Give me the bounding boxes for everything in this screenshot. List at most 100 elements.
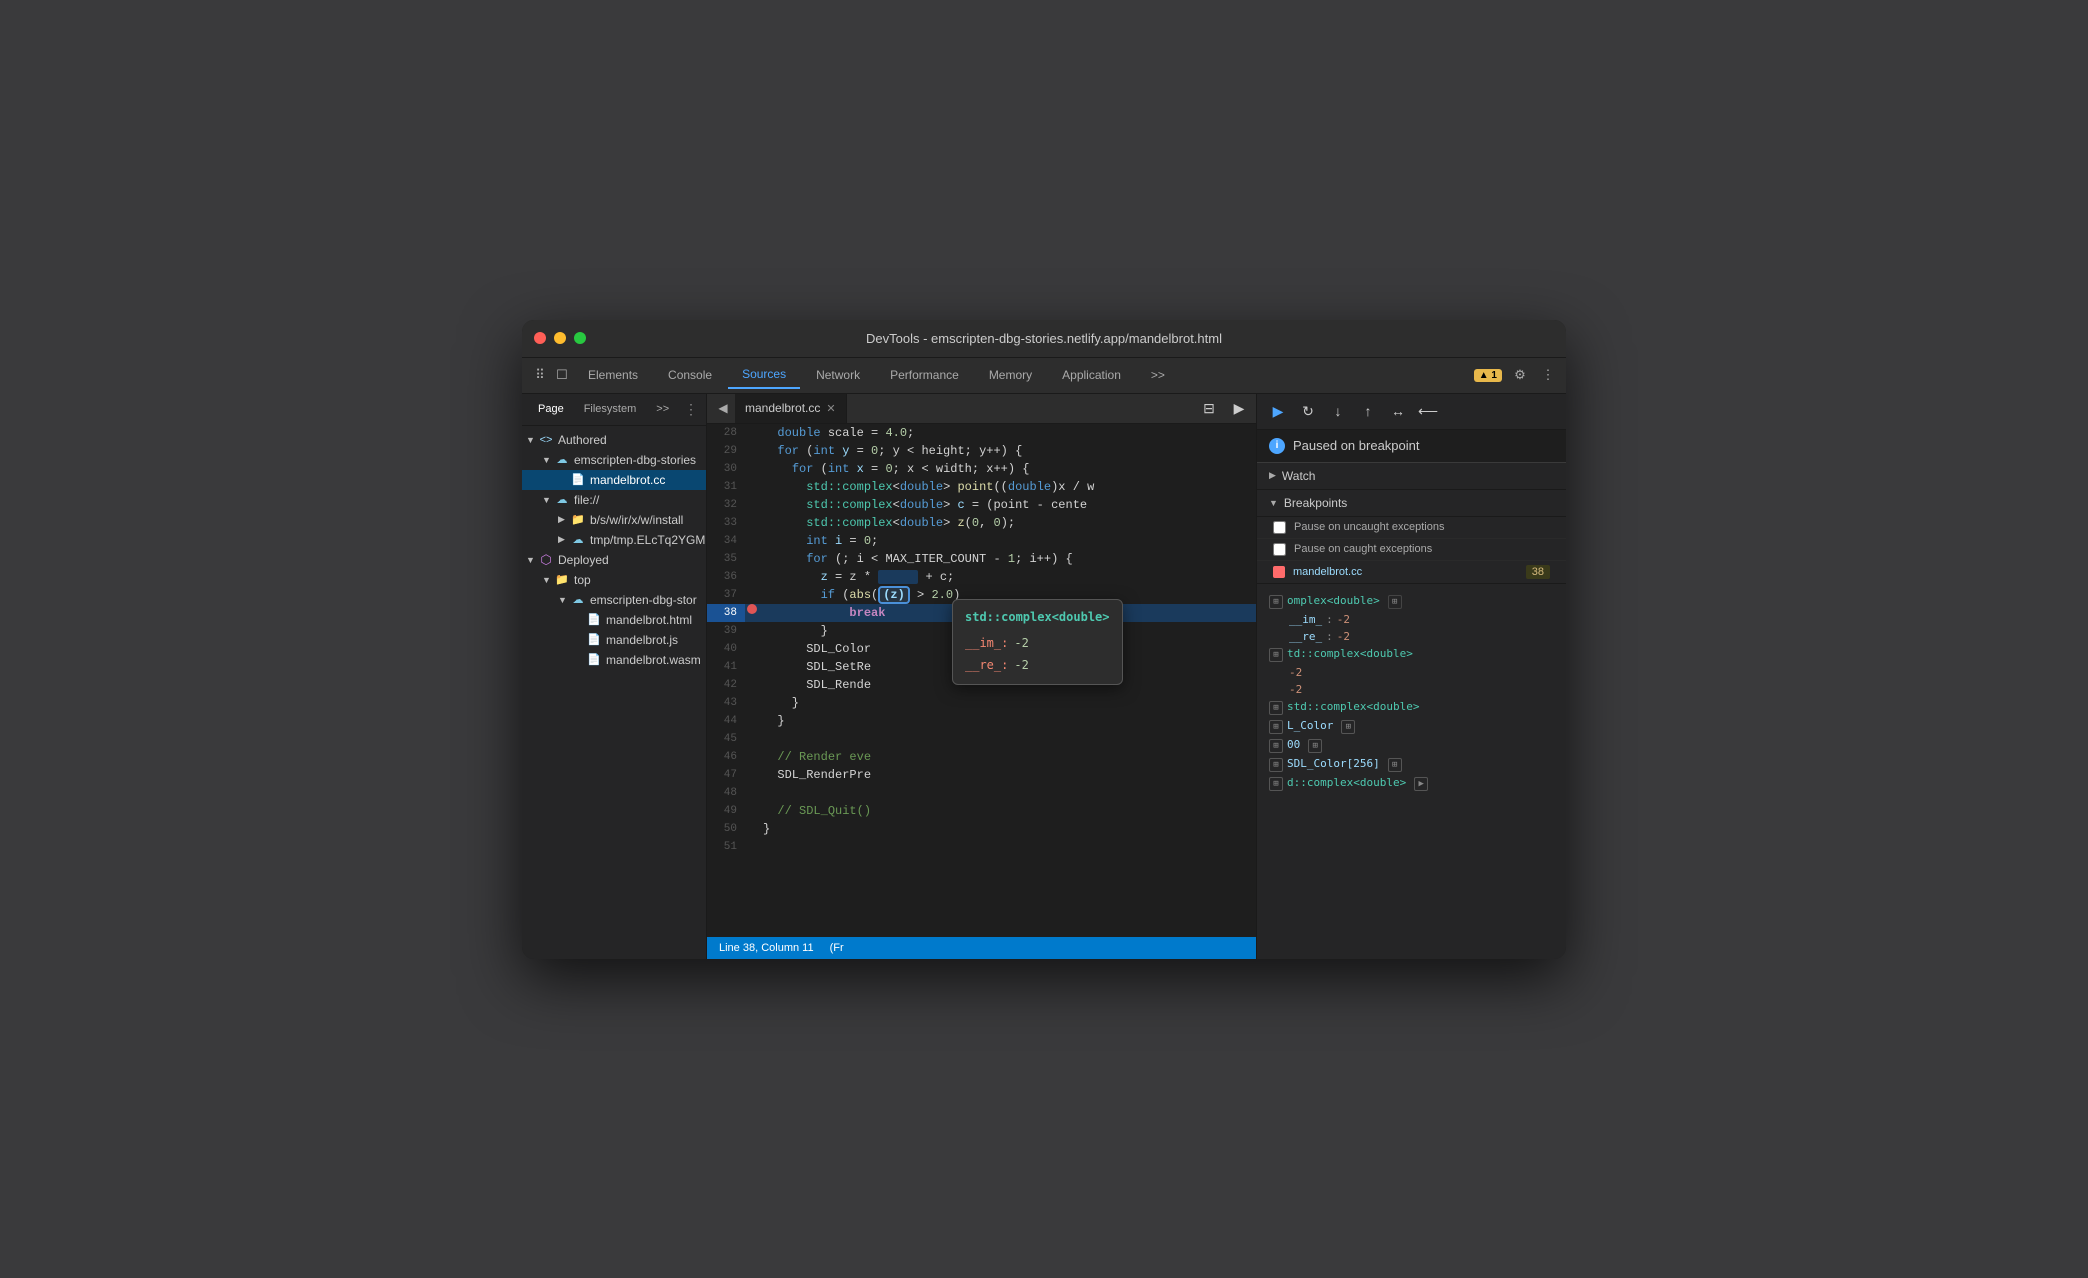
tree-authored[interactable]: ▼ <> Authored xyxy=(522,430,706,450)
tree-file[interactable]: ▼ ☁ file:// xyxy=(522,490,706,510)
sidebar: Page Filesystem >> ⋮ ▼ <> Authored ▼ ☁ e… xyxy=(522,394,707,959)
resume-button[interactable]: ▶ xyxy=(1265,398,1291,424)
pause-caught-row: Pause on caught exceptions xyxy=(1257,539,1566,561)
code-line-50: 50 } xyxy=(707,820,1256,838)
expand-icon-4[interactable]: ⊞ xyxy=(1269,720,1283,734)
paused-banner: i Paused on breakpoint xyxy=(1257,430,1566,463)
memory-icon-5: ▶ xyxy=(1414,777,1428,791)
tab-performance[interactable]: Performance xyxy=(876,362,973,388)
breakpoints-arrow: ▼ xyxy=(1269,498,1278,508)
var-row-complex2: ⊞ td::complex<double> xyxy=(1257,645,1566,664)
code-line-44: 44 } xyxy=(707,712,1256,730)
pause-caught-checkbox[interactable] xyxy=(1273,543,1286,556)
file-tab-mandelbrot-cc[interactable]: mandelbrot.cc ✕ xyxy=(735,394,847,424)
var-row-z: ⊞ omplex<double> ⊞ xyxy=(1257,592,1566,611)
file-wasm-icon: 📄 xyxy=(586,652,602,668)
step-button[interactable]: ↔ xyxy=(1385,398,1411,424)
debugger-toolbar: ▶ ↻ ↓ ↑ ↔ ⟵ xyxy=(1257,394,1566,430)
code-line-43: 43 } xyxy=(707,694,1256,712)
cloud-icon-3: ☁ xyxy=(570,532,586,548)
step-into-button[interactable]: ↓ xyxy=(1325,398,1351,424)
tab-network[interactable]: Network xyxy=(802,362,874,388)
maximize-button[interactable] xyxy=(574,332,586,344)
var-row-val2: -2 xyxy=(1257,681,1566,698)
var-row-complex4: ⊞ d::complex<double> ▶ xyxy=(1257,774,1566,793)
memory-icon-3: ⊞ xyxy=(1308,739,1322,753)
sidebar-tab-overflow[interactable]: >> xyxy=(648,399,677,419)
var-row-im: __im_ : -2 xyxy=(1257,611,1566,628)
deactivate-button[interactable]: ⟵ xyxy=(1415,398,1441,424)
tooltip-key-re: __re_: xyxy=(965,656,1008,674)
back-icon[interactable]: ◀ xyxy=(711,396,735,420)
tree-emscripten-deploy[interactable]: ▼ ☁ emscripten-dbg-stor xyxy=(522,590,706,610)
folder-icon-1: 📁 xyxy=(570,512,586,528)
memory-icon-4: ⊞ xyxy=(1388,758,1402,772)
tree-top[interactable]: ▼ 📁 top xyxy=(522,570,706,590)
expand-icon-2[interactable]: ⊞ xyxy=(1269,648,1283,662)
breakpoints-header[interactable]: ▼ Breakpoints xyxy=(1257,490,1566,517)
tree-mandelbrot-wasm[interactable]: 📄 mandelbrot.wasm xyxy=(522,650,706,670)
deployed-icon: ⬡ xyxy=(538,552,554,568)
tree-install[interactable]: ▶ 📁 b/s/w/ir/x/w/install xyxy=(522,510,706,530)
title-bar: DevTools - emscripten-dbg-stories.netlif… xyxy=(522,320,1566,358)
close-button[interactable] xyxy=(534,332,546,344)
variables-panel: ⊞ omplex<double> ⊞ __im_ : -2 __re_ : -2 xyxy=(1257,584,1566,959)
pause-caught-label: Pause on caught exceptions xyxy=(1294,543,1432,555)
right-panel: ▶ ↻ ↓ ↑ ↔ ⟵ i Paused on breakpoint ▶ Wat… xyxy=(1256,394,1566,959)
sidebar-options-icon[interactable]: ⋮ xyxy=(684,401,698,418)
sidebar-tab-page[interactable]: Page xyxy=(530,399,572,419)
tree-emscripten-cloud[interactable]: ▼ ☁ emscripten-dbg-stories xyxy=(522,450,706,470)
pause-uncaught-row: Pause on uncaught exceptions xyxy=(1257,517,1566,539)
more-icon[interactable]: ⋮ xyxy=(1538,365,1558,385)
tree-mandelbrot-cc[interactable]: 📄 mandelbrot.cc xyxy=(522,470,706,490)
traffic-lights xyxy=(534,332,586,344)
expand-icon-5[interactable]: ⊞ xyxy=(1269,739,1283,753)
code-line-33: 33 std::complex<double> z(0, 0); xyxy=(707,514,1256,532)
expand-icon-3[interactable]: ⊞ xyxy=(1269,701,1283,715)
forward-icon[interactable]: ▶ xyxy=(1226,395,1252,421)
expand-icon-1[interactable]: ⊞ xyxy=(1269,595,1283,609)
step-over-button[interactable]: ↻ xyxy=(1295,398,1321,424)
breakpoint-item-1: mandelbrot.cc 38 xyxy=(1257,561,1566,583)
tree-mandelbrot-js[interactable]: 📄 mandelbrot.js xyxy=(522,630,706,650)
tab-overflow[interactable]: >> xyxy=(1137,362,1179,388)
tooltip-val-re: -2 xyxy=(1014,656,1028,674)
tree-mandelbrot-html[interactable]: 📄 mandelbrot.html xyxy=(522,610,706,630)
settings-icon[interactable]: ⚙ xyxy=(1510,365,1530,385)
cloud-icon-2: ☁ xyxy=(554,492,570,508)
sidebar-tab-filesystem[interactable]: Filesystem xyxy=(576,399,645,419)
center-panel: ◀ mandelbrot.cc ✕ ⊟ ▶ 28 double scale = … xyxy=(707,394,1256,959)
status-bar: Line 38, Column 11 (Fr xyxy=(707,937,1256,959)
code-line-48: 48 xyxy=(707,784,1256,802)
main-content: Page Filesystem >> ⋮ ▼ <> Authored ▼ ☁ e… xyxy=(522,394,1566,959)
watch-arrow: ▶ xyxy=(1269,470,1276,481)
tooltip-row-im: __im_: -2 xyxy=(965,632,1110,654)
pause-uncaught-checkbox[interactable] xyxy=(1273,521,1286,534)
tree-tmp[interactable]: ▶ ☁ tmp/tmp.ELcTq2YGM xyxy=(522,530,706,550)
variable-tooltip: std::complex<double> __im_: -2 __re_: -2 xyxy=(952,599,1123,685)
tab-right-icons: ▲ 1 ⚙ ⋮ xyxy=(1474,365,1558,385)
var-row-sdlcolor: ⊞ SDL_Color[256] ⊞ xyxy=(1257,755,1566,774)
inspect-icon[interactable]: ⠿ xyxy=(530,365,550,385)
code-line-35: 35 for (; i < MAX_ITER_COUNT - 1; i++) { xyxy=(707,550,1256,568)
code-line-49: 49 // SDL_Quit() xyxy=(707,802,1256,820)
tab-application[interactable]: Application xyxy=(1048,362,1135,388)
device-icon[interactable]: ☐ xyxy=(552,365,572,385)
code-line-34: 34 int i = 0; xyxy=(707,532,1256,550)
code-editor[interactable]: 28 double scale = 4.0; 29 for (int y = 0… xyxy=(707,424,1256,937)
expand-icon-6[interactable]: ⊞ xyxy=(1269,758,1283,772)
file-tab-name: mandelbrot.cc xyxy=(745,401,820,415)
step-out-button[interactable]: ↑ xyxy=(1355,398,1381,424)
tab-console[interactable]: Console xyxy=(654,362,726,388)
tab-memory[interactable]: Memory xyxy=(975,362,1046,388)
var-row-val1: -2 xyxy=(1257,664,1566,681)
format-icon[interactable]: ⊟ xyxy=(1196,395,1222,421)
expand-icon-7[interactable]: ⊞ xyxy=(1269,777,1283,791)
minimize-button[interactable] xyxy=(554,332,566,344)
tree-deployed[interactable]: ▼ ⬡ Deployed xyxy=(522,550,706,570)
code-line-28: 28 double scale = 4.0; xyxy=(707,424,1256,442)
tab-sources[interactable]: Sources xyxy=(728,361,800,389)
file-tab-close[interactable]: ✕ xyxy=(826,402,835,415)
watch-section-header[interactable]: ▶ Watch xyxy=(1257,463,1566,490)
tab-elements[interactable]: Elements xyxy=(574,362,652,388)
